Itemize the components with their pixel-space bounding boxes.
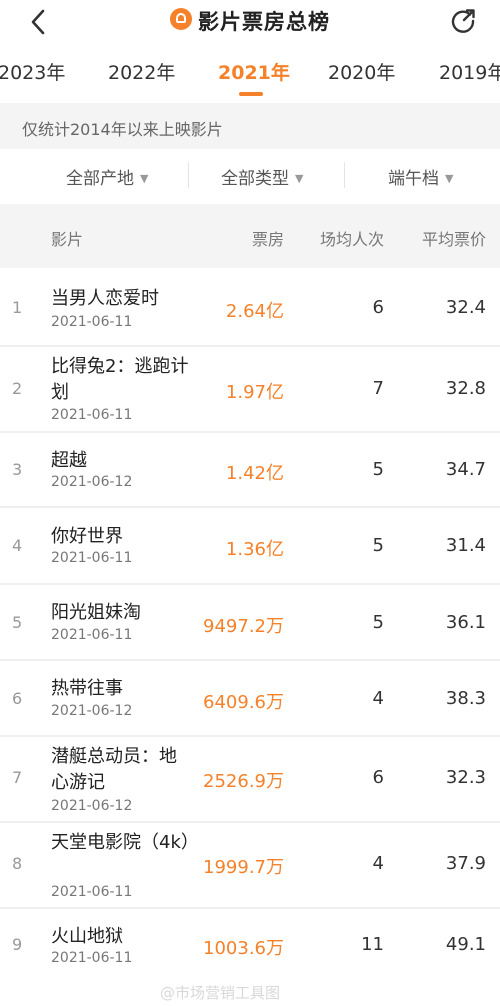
film-name: 当男人恋爱时 bbox=[51, 288, 159, 309]
tab-2021[interactable]: 2021年 bbox=[218, 58, 290, 85]
release-date: 2021-06-12 bbox=[51, 474, 133, 490]
row-divider bbox=[0, 431, 500, 433]
row-divider bbox=[0, 907, 500, 909]
avg-price-value: 34.7 bbox=[445, 459, 486, 480]
release-date: 2021-06-11 bbox=[51, 950, 133, 966]
film-name: 天堂电影院（4k） bbox=[51, 832, 199, 853]
film-name: 你好世界 bbox=[51, 526, 123, 547]
caret-down-icon: ▼ bbox=[445, 172, 454, 185]
column-avg-price[interactable]: 平均票价 bbox=[422, 226, 486, 250]
row-rank: 3 bbox=[12, 460, 23, 479]
caret-down-icon: ▼ bbox=[295, 172, 304, 185]
row-rank: 2 bbox=[12, 379, 23, 398]
film-name: 热带往事 bbox=[51, 678, 123, 699]
stats-note: 仅统计2014年以来上映影片 bbox=[22, 120, 223, 139]
row-divider bbox=[0, 735, 500, 737]
film-name: 火山地狱 bbox=[51, 926, 123, 947]
row-rank: 7 bbox=[12, 768, 23, 787]
boxoffice-value: 1.42亿 bbox=[225, 463, 284, 484]
avg-attendance-value: 5 bbox=[372, 612, 384, 633]
film-name: 阳光姐妹淘 bbox=[51, 602, 141, 623]
maoyan-logo-icon bbox=[170, 8, 192, 30]
share-button[interactable] bbox=[448, 6, 478, 36]
watermark: @市场营销工具图 bbox=[160, 984, 281, 1002]
boxoffice-value: 1.97亿 bbox=[225, 382, 284, 403]
row-divider bbox=[0, 821, 500, 823]
filter-divider bbox=[188, 162, 189, 188]
filter-region-label: 全部产地 bbox=[66, 169, 134, 189]
filter-divider bbox=[344, 162, 345, 188]
share-icon bbox=[451, 9, 475, 33]
row-divider bbox=[0, 659, 500, 661]
active-tab-indicator bbox=[239, 92, 263, 96]
avg-price-value: 38.3 bbox=[445, 688, 486, 709]
year-tabs: 2023年 2022年 2021年 2020年 2019年 bbox=[0, 50, 500, 100]
filter-bar: 全部产地 ▼ 全部类型 ▼ 端午档 ▼ bbox=[0, 150, 500, 202]
column-avg-attendance[interactable]: 场均人次 bbox=[320, 226, 384, 250]
filter-period[interactable]: 端午档 ▼ bbox=[388, 164, 453, 189]
row-divider bbox=[0, 506, 500, 508]
avg-attendance-value: 4 bbox=[372, 688, 384, 709]
tab-2022[interactable]: 2022年 bbox=[108, 58, 175, 85]
release-date: 2021-06-12 bbox=[51, 703, 133, 719]
caret-down-icon: ▼ bbox=[140, 172, 149, 185]
app-header: 影片票房总榜 bbox=[0, 0, 500, 44]
boxoffice-value: 1999.7万 bbox=[203, 857, 284, 878]
boxoffice-value: 1.36亿 bbox=[225, 539, 284, 560]
avg-attendance-value: 4 bbox=[372, 853, 384, 874]
column-film: 影片 bbox=[51, 230, 84, 249]
avg-attendance-value: 5 bbox=[372, 535, 384, 556]
avg-attendance-value: 5 bbox=[372, 459, 384, 480]
boxoffice-value: 2.64亿 bbox=[225, 301, 284, 322]
avg-price-value: 49.1 bbox=[445, 934, 486, 955]
avg-price-value: 37.9 bbox=[445, 853, 486, 874]
table-header: 影片 票房 场均人次 平均票价 bbox=[0, 204, 500, 268]
avg-price-value: 36.1 bbox=[445, 612, 486, 633]
filter-period-label: 端午档 bbox=[388, 169, 439, 189]
row-rank: 9 bbox=[12, 935, 23, 954]
release-date: 2021-06-12 bbox=[51, 798, 133, 814]
boxoffice-value: 1003.6万 bbox=[203, 938, 284, 959]
row-rank: 5 bbox=[12, 613, 23, 632]
row-rank: 6 bbox=[12, 689, 23, 708]
boxoffice-value: 2526.9万 bbox=[203, 771, 284, 792]
avg-attendance-value: 7 bbox=[372, 378, 384, 399]
row-rank: 8 bbox=[12, 854, 23, 873]
row-divider bbox=[0, 583, 500, 585]
tab-2020[interactable]: 2020年 bbox=[328, 58, 395, 85]
filter-genre[interactable]: 全部类型 ▼ bbox=[221, 164, 303, 189]
filter-genre-label: 全部类型 bbox=[221, 169, 289, 189]
avg-attendance-value: 11 bbox=[361, 934, 384, 955]
film-name: 潜艇总动员：地心游记 bbox=[51, 746, 177, 793]
tab-2019[interactable]: 2019年 bbox=[439, 58, 500, 85]
row-rank: 4 bbox=[12, 536, 23, 555]
release-date: 2021-06-11 bbox=[51, 627, 133, 643]
avg-price-value: 31.4 bbox=[445, 535, 486, 556]
tab-2023[interactable]: 2023年 bbox=[0, 58, 65, 85]
release-date: 2021-06-11 bbox=[51, 407, 133, 423]
column-boxoffice[interactable]: 票房 bbox=[252, 226, 284, 250]
filter-region[interactable]: 全部产地 ▼ bbox=[66, 164, 148, 189]
boxoffice-value: 6409.6万 bbox=[203, 692, 284, 713]
page-title: 影片票房总榜 bbox=[198, 10, 330, 34]
avg-price-value: 32.4 bbox=[445, 297, 486, 318]
release-date: 2021-06-11 bbox=[51, 884, 133, 900]
release-date: 2021-06-11 bbox=[51, 550, 133, 566]
row-rank: 1 bbox=[12, 298, 23, 317]
film-name: 比得兔2：逃跑计划 bbox=[51, 356, 189, 403]
film-name: 超越 bbox=[51, 450, 87, 471]
avg-attendance-value: 6 bbox=[372, 767, 384, 788]
avg-attendance-value: 6 bbox=[372, 297, 384, 318]
avg-price-value: 32.8 bbox=[445, 378, 486, 399]
boxoffice-value: 9497.2万 bbox=[203, 616, 284, 637]
row-divider bbox=[0, 345, 500, 347]
page-title-wrap: 影片票房总榜 bbox=[0, 6, 500, 36]
avg-price-value: 32.3 bbox=[445, 767, 486, 788]
release-date: 2021-06-11 bbox=[51, 314, 133, 330]
note-bar: 仅统计2014年以来上映影片 bbox=[0, 103, 500, 149]
